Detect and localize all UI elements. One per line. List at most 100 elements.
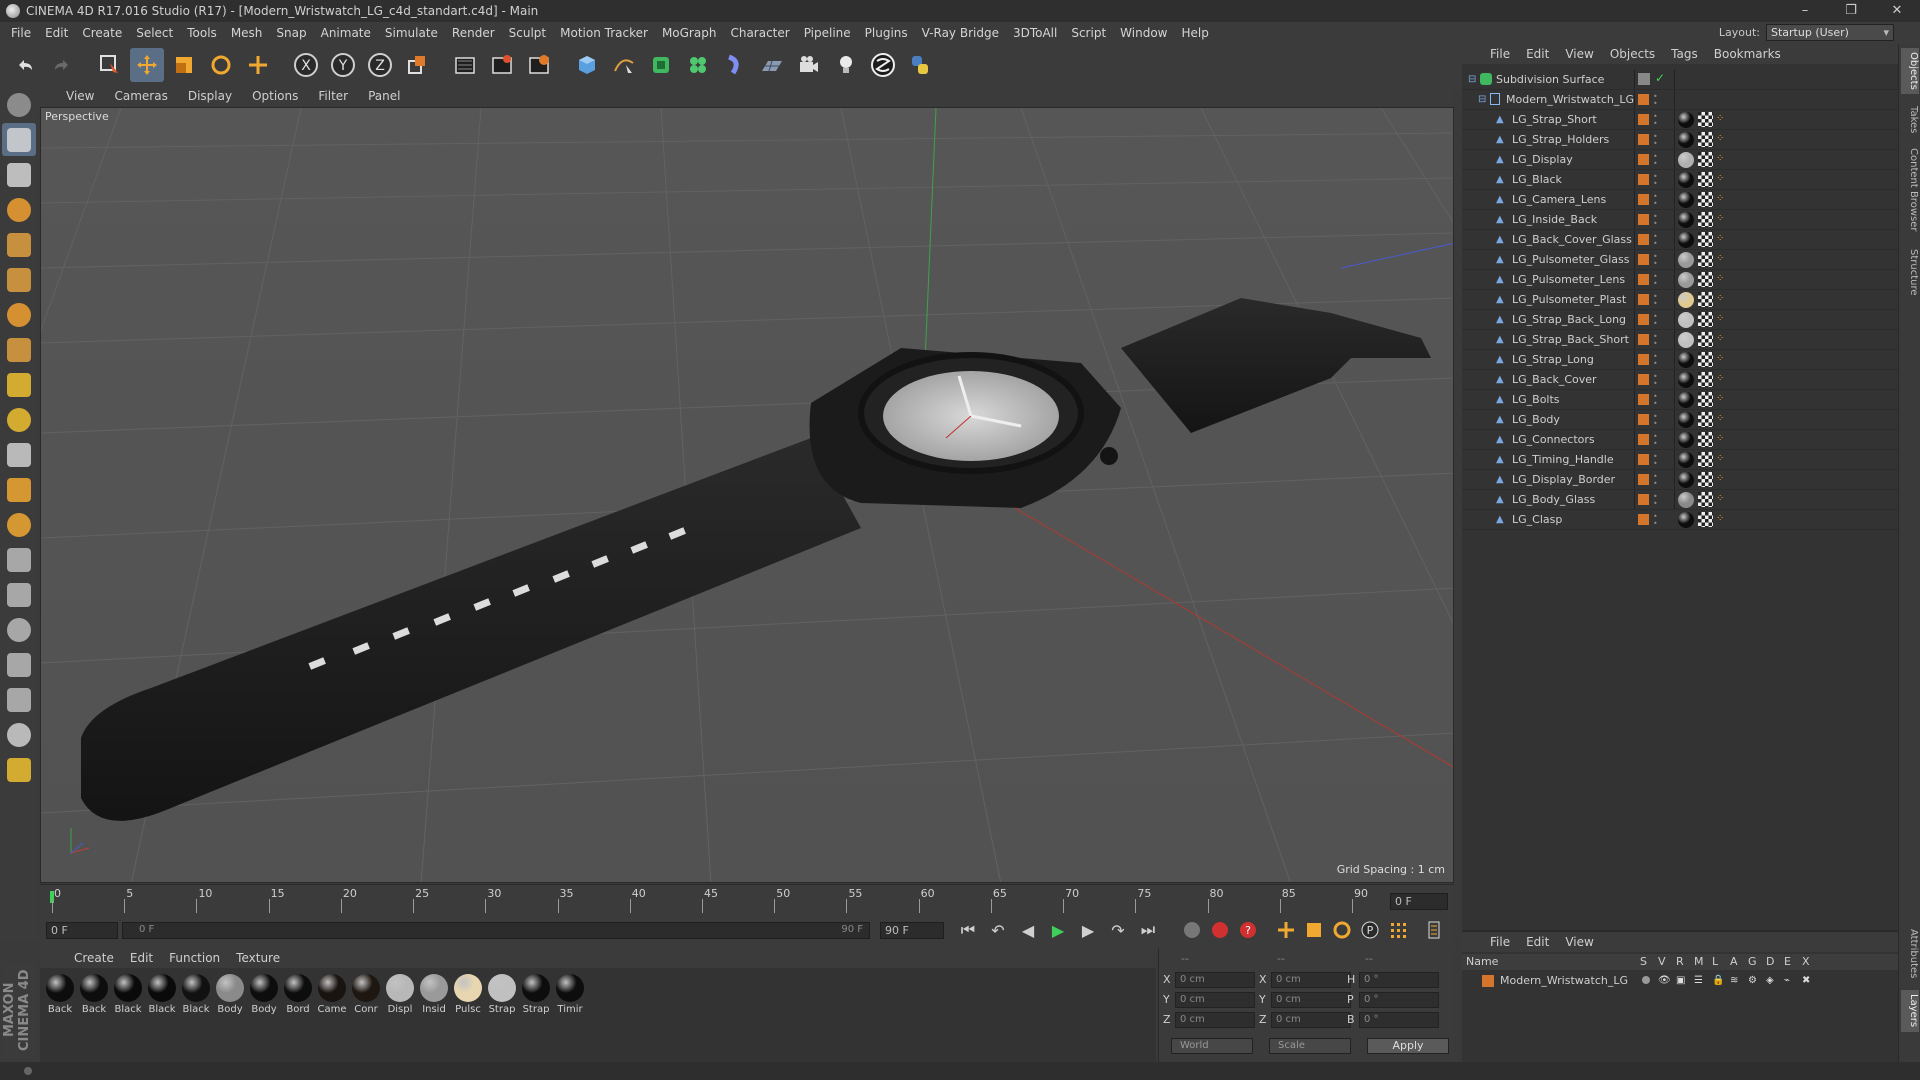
uvw-tag-icon[interactable] (1698, 412, 1713, 427)
tab-objects[interactable]: Objects (1901, 48, 1919, 94)
layer-swatch[interactable] (1638, 234, 1649, 245)
coord-value-field[interactable]: 0 cm (1175, 992, 1255, 1008)
layer-swatch[interactable] (1638, 374, 1649, 385)
phong-tag-icon[interactable]: ⁘ (1716, 273, 1728, 287)
uvw-tag-icon[interactable] (1698, 492, 1713, 507)
play-button[interactable]: ▶ (1046, 918, 1070, 942)
uvw-tag-icon[interactable] (1698, 132, 1713, 147)
material-swatch[interactable]: Strap (520, 974, 552, 1015)
cube-button[interactable] (570, 48, 604, 82)
layer-swatch[interactable] (1638, 274, 1649, 285)
magnet-button[interactable] (2, 438, 36, 471)
undo-button[interactable] (8, 48, 42, 82)
visibility-dots-icon[interactable]: • • (1653, 233, 1658, 248)
material-tag-icon[interactable] (1678, 152, 1694, 168)
uvw-tag-icon[interactable] (1698, 432, 1713, 447)
uvw-tag-icon[interactable] (1698, 252, 1713, 267)
points-mode-button[interactable] (2, 228, 36, 261)
collapse-icon[interactable]: ⊟ (1468, 74, 1479, 86)
object-row[interactable]: ▲ LG_Pulsometer_Glass • • ⁘ (1462, 250, 1898, 270)
layer-column-header[interactable]: M (1694, 955, 1704, 968)
python-button[interactable] (903, 48, 937, 82)
apply-button[interactable]: Apply (1367, 1038, 1449, 1054)
menu-simulate[interactable]: Simulate (378, 26, 445, 40)
material-tag-icon[interactable] (1678, 392, 1694, 408)
layer-swatch[interactable] (1638, 73, 1650, 85)
deformer-toggle-icon[interactable]: ◈ (1766, 975, 1774, 986)
material-tag-icon[interactable] (1678, 472, 1694, 488)
layout-dropdown[interactable]: Startup (User) (1766, 24, 1894, 41)
layer-swatch[interactable] (1638, 334, 1649, 345)
visibility-dots-icon[interactable]: • • (1653, 433, 1658, 448)
uvw-tag-icon[interactable] (1698, 232, 1713, 247)
model-mode-button[interactable] (2, 123, 36, 156)
generator-icon[interactable]: ⚙ (1748, 975, 1757, 986)
coord-value-field[interactable]: 0 cm (1271, 992, 1351, 1008)
soft-selection-button[interactable] (2, 403, 36, 436)
layer-swatch[interactable] (1638, 394, 1649, 405)
visibility-dots-icon[interactable]: • • (1653, 373, 1658, 388)
phong-tag-icon[interactable]: ⁘ (1716, 173, 1728, 187)
camera-button[interactable] (792, 48, 826, 82)
phong-tag-icon[interactable]: ⁘ (1716, 413, 1728, 427)
material-tag-icon[interactable] (1678, 192, 1694, 208)
render-picture-viewer-button[interactable] (485, 48, 519, 82)
menu-tools[interactable]: Tools (180, 26, 224, 40)
object-row[interactable]: ▲ LG_Body • • ⁘ (1462, 410, 1898, 430)
vray-button[interactable] (866, 48, 900, 82)
material-swatch[interactable]: Black (112, 974, 144, 1015)
layer-color-swatch[interactable] (1482, 975, 1494, 987)
visibility-dots-icon[interactable]: • • (1653, 393, 1658, 408)
record-button[interactable] (1180, 918, 1204, 942)
viewport-menu-display[interactable]: Display (178, 89, 242, 103)
uvw-tag-icon[interactable] (1698, 332, 1713, 347)
material-tag-icon[interactable] (1678, 292, 1694, 308)
close-button[interactable]: ✕ (1874, 0, 1920, 22)
object-row[interactable]: ▲ LG_Camera_Lens • • ⁘ (1462, 190, 1898, 210)
material-tag-icon[interactable] (1678, 492, 1694, 508)
viewport-menu-panel[interactable]: Panel (358, 89, 410, 103)
material-menu-texture[interactable]: Texture (228, 951, 288, 965)
material-tag-icon[interactable] (1678, 132, 1694, 148)
layer-swatch[interactable] (1638, 174, 1649, 185)
end-frame-field[interactable]: 90 F (880, 922, 944, 939)
menu-plugins[interactable]: Plugins (858, 26, 915, 40)
layer-swatch[interactable] (1638, 494, 1649, 505)
material-swatch[interactable]: Pulsc (452, 974, 484, 1015)
material-swatch[interactable]: Black (180, 974, 212, 1015)
timeline-layout-button[interactable] (1422, 918, 1446, 942)
menu-file[interactable]: File (4, 26, 38, 40)
coord-value-field[interactable]: 0 ° (1359, 992, 1439, 1008)
layer-column-header[interactable]: A (1730, 955, 1738, 968)
tab-attributes[interactable]: Attributes (1901, 924, 1919, 984)
material-tag-icon[interactable] (1678, 232, 1694, 248)
eye-icon[interactable]: 👁 (1658, 975, 1671, 986)
layer-column-header[interactable]: D (1766, 955, 1774, 968)
phong-tag-icon[interactable]: ⁘ (1716, 233, 1728, 247)
uvw-tag-icon[interactable] (1698, 472, 1713, 487)
edges-mode-button[interactable] (2, 263, 36, 296)
object-row[interactable]: ▲ LG_Back_Cover_Glass • • ⁘ (1462, 230, 1898, 250)
perspective-viewport[interactable]: Perspective Grid Spacing : 1 cm (40, 107, 1454, 883)
transform-button[interactable] (241, 48, 275, 82)
phong-tag-icon[interactable]: ⁘ (1716, 193, 1728, 207)
cloner-button[interactable] (681, 48, 715, 82)
material-tag-icon[interactable] (1678, 412, 1694, 428)
visibility-dots-icon[interactable]: • • (1653, 93, 1658, 108)
visibility-dots-icon[interactable]: • • (1653, 513, 1658, 528)
collapse-icon[interactable]: ⊟ (1478, 94, 1489, 106)
frame-range-slider[interactable]: 0 F 90 F (122, 922, 870, 939)
render-view-button[interactable] (448, 48, 482, 82)
phong-tag-icon[interactable]: ⁘ (1716, 153, 1728, 167)
x-axis-button[interactable]: X (289, 48, 323, 82)
manager-icon[interactable]: ☰ (1694, 975, 1703, 986)
uvw-tag-icon[interactable] (1698, 212, 1713, 227)
object-row[interactable]: ▲ LG_Body_Glass • • ⁘ (1462, 490, 1898, 510)
y-axis-button[interactable]: Y (326, 48, 360, 82)
layer-swatch[interactable] (1638, 314, 1649, 325)
menu-select[interactable]: Select (129, 26, 180, 40)
menu-render[interactable]: Render (445, 26, 502, 40)
animation-icon[interactable]: ≋ (1730, 975, 1738, 986)
object-row[interactable]: ▲ LG_Strap_Holders • • ⁘ (1462, 130, 1898, 150)
uvw-tag-icon[interactable] (1698, 172, 1713, 187)
